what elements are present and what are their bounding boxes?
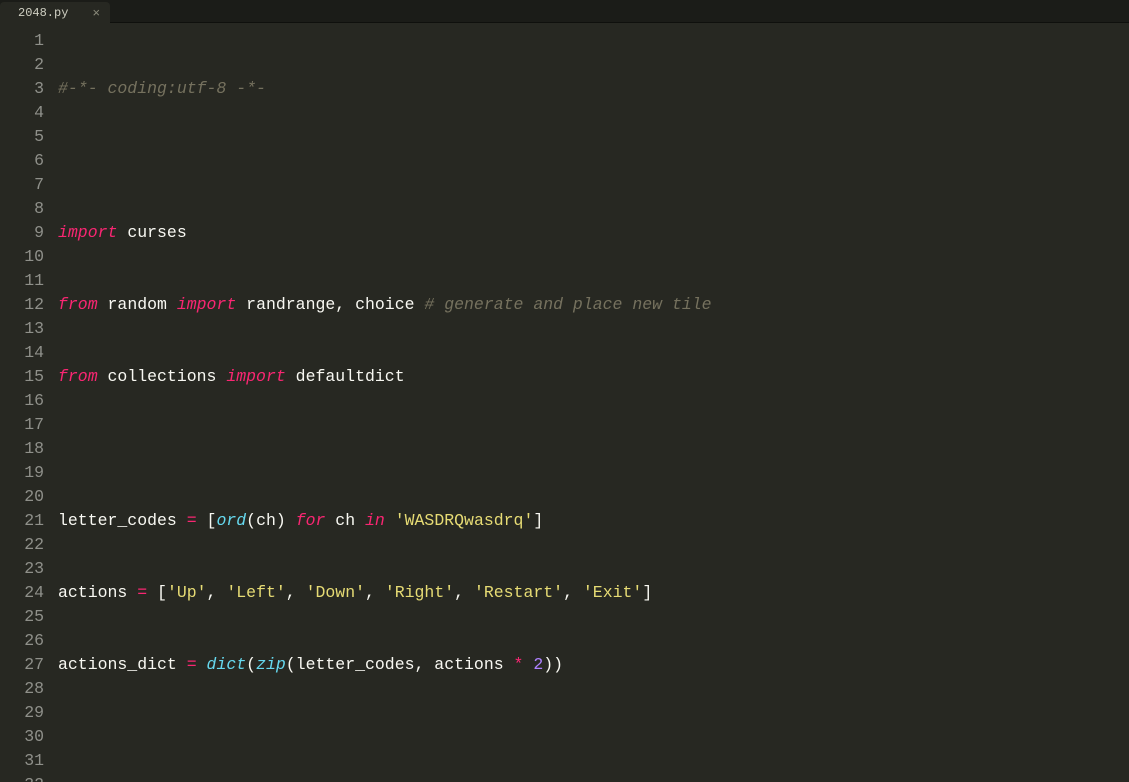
comment: # generate and place new tile [424, 293, 711, 317]
code-line[interactable] [58, 725, 1129, 749]
file-tab[interactable]: 2048.py × [0, 2, 110, 24]
operator: = [137, 581, 147, 605]
line-number: 16 [0, 389, 58, 413]
line-number: 6 [0, 149, 58, 173]
line-number: 17 [0, 413, 58, 437]
tab-bar: 2048.py × [0, 0, 1129, 23]
operator: = [187, 509, 197, 533]
line-number: 18 [0, 437, 58, 461]
line-number: 32 [0, 773, 58, 782]
code-line[interactable]: actions_dict = dict(zip(letter_codes, ac… [58, 653, 1129, 677]
string: 'WASDRQwasdrq' [385, 509, 534, 533]
comment: #-*- coding:utf-8 -*- [58, 77, 266, 101]
line-number: 10 [0, 245, 58, 269]
line-number: 14 [0, 341, 58, 365]
builtin: dict [207, 653, 247, 677]
line-number: 7 [0, 173, 58, 197]
line-number: 23 [0, 557, 58, 581]
line-number: 9 [0, 221, 58, 245]
keyword: import [177, 293, 236, 317]
string: 'Left' [226, 581, 285, 605]
identifier: letter_codes [58, 509, 187, 533]
identifier: collections [108, 365, 217, 389]
line-number: 12 [0, 293, 58, 317]
line-number: 5 [0, 125, 58, 149]
line-number: 11 [0, 269, 58, 293]
operator: * [514, 653, 524, 677]
number: 2 [533, 653, 543, 677]
close-icon[interactable]: × [92, 6, 100, 21]
line-number: 24 [0, 581, 58, 605]
code-line[interactable]: from collections import defaultdict [58, 365, 1129, 389]
keyword: for [296, 509, 326, 533]
line-number-gutter: 1 2 3 4 5 6 7 8 9 10 11 12 13 14 15 16 1… [0, 23, 58, 782]
line-number: 15 [0, 365, 58, 389]
keyword: import [58, 221, 117, 245]
identifier: randrange, choice [246, 293, 424, 317]
line-number: 29 [0, 701, 58, 725]
keyword: import [226, 365, 285, 389]
line-number: 4 [0, 101, 58, 125]
keyword: in [365, 509, 385, 533]
tab-filename: 2048.py [18, 6, 68, 20]
identifier: curses [127, 221, 186, 245]
line-number: 26 [0, 629, 58, 653]
line-number: 2 [0, 53, 58, 77]
code-line[interactable] [58, 149, 1129, 173]
line-number: 20 [0, 485, 58, 509]
string: 'Right' [385, 581, 454, 605]
identifier: actions [58, 581, 137, 605]
code-area[interactable]: #-*- coding:utf-8 -*- import curses from… [58, 23, 1129, 782]
line-number: 30 [0, 725, 58, 749]
code-line[interactable] [58, 437, 1129, 461]
line-number: 31 [0, 749, 58, 773]
operator: = [187, 653, 197, 677]
line-number: 1 [0, 29, 58, 53]
line-number: 22 [0, 533, 58, 557]
identifier: actions_dict [58, 653, 187, 677]
code-line[interactable]: letter_codes = [ord(ch) for ch in 'WASDR… [58, 509, 1129, 533]
string: 'Restart' [474, 581, 563, 605]
code-line[interactable]: import curses [58, 221, 1129, 245]
identifier: random [108, 293, 167, 317]
code-line[interactable]: #-*- coding:utf-8 -*- [58, 77, 1129, 101]
keyword: from [58, 293, 98, 317]
line-number: 21 [0, 509, 58, 533]
identifier: defaultdict [296, 365, 405, 389]
string: 'Exit' [583, 581, 642, 605]
line-number: 27 [0, 653, 58, 677]
keyword: from [58, 365, 98, 389]
line-number: 19 [0, 461, 58, 485]
editor[interactable]: 1 2 3 4 5 6 7 8 9 10 11 12 13 14 15 16 1… [0, 23, 1129, 782]
code-line[interactable]: from random import randrange, choice # g… [58, 293, 1129, 317]
code-line[interactable]: actions = ['Up', 'Left', 'Down', 'Right'… [58, 581, 1129, 605]
line-number: 28 [0, 677, 58, 701]
string: 'Down' [306, 581, 365, 605]
builtin: zip [256, 653, 286, 677]
line-number: 25 [0, 605, 58, 629]
line-number: 8 [0, 197, 58, 221]
line-number: 3 [0, 77, 58, 101]
builtin: ord [216, 509, 246, 533]
line-number: 13 [0, 317, 58, 341]
string: 'Up' [167, 581, 207, 605]
